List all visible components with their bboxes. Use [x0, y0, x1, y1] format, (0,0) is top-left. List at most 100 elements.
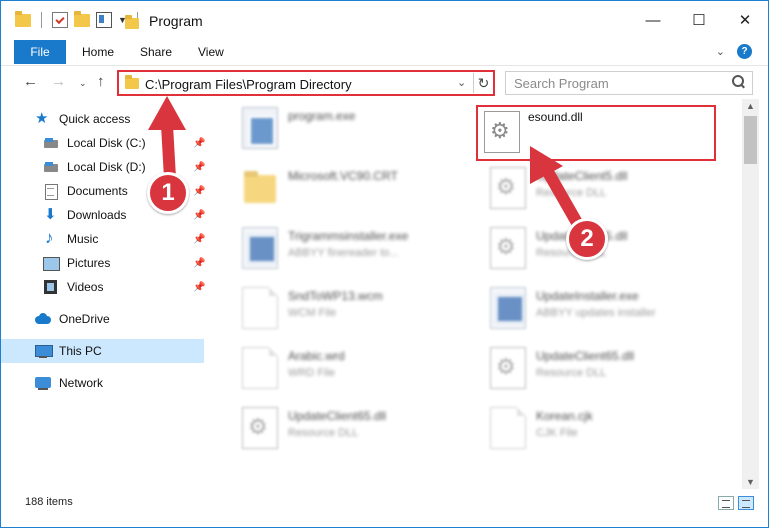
sidebar-item-label: Music: [67, 232, 99, 246]
maximize-button[interactable]: ☐: [676, 1, 722, 39]
back-arrow-icon[interactable]: ←: [23, 73, 38, 90]
pin-icon[interactable]: 📌: [193, 186, 205, 197]
close-button[interactable]: ✕: [722, 1, 768, 39]
navigation-bar: ← → ⌄ ↑ C:\Program Files\Program Directo…: [1, 65, 768, 99]
sidebar-item-this-pc[interactable]: This PC: [1, 339, 204, 363]
file-name: UpdateClient65.dll: [536, 349, 635, 363]
pin-icon[interactable]: 📌: [193, 258, 205, 269]
sidebar-item-label: Local Disk (D:): [67, 160, 146, 174]
music-icon: [43, 228, 59, 248]
sidebar-item-label: Videos: [67, 280, 104, 294]
pin-icon[interactable]: 📌: [193, 138, 205, 149]
sidebar-item-pictures[interactable]: Pictures 📌: [1, 251, 205, 275]
file-item-microsoft-vc90-crt[interactable]: Microsoft.VC90.CRT: [218, 161, 458, 217]
installer-icon: [242, 227, 278, 269]
tab-view[interactable]: View: [198, 45, 224, 59]
expand-ribbon-chevron-icon[interactable]: ⌄: [716, 45, 725, 58]
file-name: UpdateClient5.dll: [536, 169, 628, 183]
pin-icon[interactable]: 📌: [193, 282, 205, 293]
sidebar-item-label: Local Disk (C:): [67, 136, 146, 150]
explorer-window: ▼ Program — ☐ ✕ File Home Share View ⌄ ?…: [0, 0, 769, 528]
new-folder-icon[interactable]: [74, 11, 90, 28]
file-type: WRD File: [288, 367, 336, 379]
minimize-button[interactable]: —: [630, 1, 676, 39]
file-item-trigramms-installer[interactable]: Trigrammsinstaller.exe ABBYY finereader …: [218, 221, 458, 277]
address-path[interactable]: C:\Program Files\Program Directory: [145, 77, 352, 92]
folder-icon[interactable]: [15, 11, 31, 28]
forward-arrow-icon[interactable]: →: [51, 73, 66, 90]
sidebar-item-music[interactable]: Music 📌: [1, 227, 205, 251]
properties-icon[interactable]: [96, 12, 112, 28]
file-item-esound-dll[interactable]: esound.dll: [476, 105, 716, 161]
sidebar-item-label: Network: [59, 376, 104, 390]
file-item-updateclient5-dll[interactable]: UpdateClient5.dll Resource DLL: [466, 161, 706, 217]
file-name: Arabic.wrd: [288, 349, 345, 363]
window-controls: — ☐ ✕: [630, 1, 768, 39]
properties-check-icon[interactable]: [52, 12, 68, 28]
up-arrow-icon[interactable]: ↑: [97, 73, 105, 90]
sidebar-item-local-disk-c[interactable]: Local Disk (C:) 📌: [1, 131, 205, 155]
file-item-updateclient65-dll[interactable]: UpdateClient65.dll Resource DLL: [466, 341, 706, 397]
network-icon: [35, 375, 51, 391]
dll-gear-icon: [490, 167, 526, 209]
pin-icon[interactable]: 📌: [193, 162, 205, 173]
tab-home[interactable]: Home: [82, 45, 114, 59]
file-item-updateclient65-dll-2[interactable]: UpdateClient65.dll Resource DLL: [218, 401, 458, 457]
pin-icon[interactable]: 📌: [193, 234, 205, 245]
folder-icon: [242, 167, 278, 209]
file-item-korean-cjk[interactable]: Korean.cjk CJK File: [466, 401, 706, 457]
search-input[interactable]: Search Program: [514, 76, 609, 91]
step-badge-1: 1: [147, 172, 189, 214]
pictures-icon: [43, 255, 60, 271]
file-name: UpdateClient65.dll: [288, 409, 387, 423]
pin-icon[interactable]: 📌: [193, 210, 205, 221]
sidebar-item-onedrive[interactable]: OneDrive: [1, 307, 204, 331]
sidebar-item-label: Documents: [67, 184, 128, 198]
step-badge-2: 2: [566, 218, 608, 260]
scroll-up-arrow-icon[interactable]: ▲: [746, 101, 755, 111]
sidebar-item-quick-access[interactable]: Quick access: [1, 107, 204, 131]
dll-gear-icon: [490, 347, 526, 389]
file-item-updateinstaller-exe[interactable]: UpdateInstaller.exe ABBYY updates instal…: [466, 281, 706, 337]
sidebar-item-videos[interactable]: Videos 📌: [1, 275, 205, 299]
large-icons-view-icon[interactable]: [738, 496, 754, 510]
item-count: 188 items: [25, 496, 73, 508]
this-pc-icon: [35, 343, 53, 359]
title-bar: ▼ Program — ☐ ✕: [1, 1, 768, 39]
file-name: SndToWP13.wcm: [288, 289, 383, 303]
search-icon[interactable]: [732, 75, 745, 88]
details-view-icon[interactable]: [718, 496, 734, 510]
file-item-sndtowp13[interactable]: SndToWP13.wcm WCM File: [218, 281, 458, 337]
recent-locations-chevron-icon[interactable]: ⌄: [79, 78, 87, 89]
sidebar-item-label: OneDrive: [59, 312, 110, 326]
dll-gear-icon: [484, 111, 520, 153]
ribbon-tabs: File Home Share View ⌄ ?: [1, 39, 768, 65]
file-icon: [490, 407, 526, 449]
sidebar-item-label: Pictures: [67, 256, 111, 270]
sidebar-item-label: Quick access: [59, 112, 131, 126]
window-title: Program: [149, 13, 203, 29]
scroll-down-arrow-icon[interactable]: ▼: [746, 477, 755, 487]
dll-gear-icon: [242, 407, 278, 449]
star-icon: [35, 109, 51, 127]
file-list: program.exe esound.dll Microsoft.VC90.CR…: [208, 99, 742, 489]
scrollbar-thumb[interactable]: [744, 116, 757, 164]
file-item-arabic-wrd[interactable]: Arabic.wrd WRD File: [218, 341, 458, 397]
search-box[interactable]: Search Program: [505, 71, 753, 95]
file-name: program.exe: [288, 109, 356, 123]
status-bar: 188 items: [1, 489, 768, 527]
address-bar[interactable]: C:\Program Files\Program Directory ⌄ ↻: [117, 70, 495, 96]
installer-icon: [490, 287, 526, 329]
sidebar-item-network[interactable]: Network: [1, 371, 204, 395]
vertical-scrollbar[interactable]: ▲ ▼: [742, 99, 759, 489]
file-type: Resource DLL: [536, 367, 607, 379]
file-item-program-exe[interactable]: program.exe: [218, 101, 458, 157]
tab-share[interactable]: Share: [140, 45, 172, 59]
help-icon[interactable]: ?: [737, 44, 752, 59]
disk-icon: [43, 159, 59, 175]
sidebar-item-label: This PC: [59, 344, 102, 358]
file-type: WCM File: [288, 307, 337, 319]
refresh-icon[interactable]: ↻: [473, 73, 493, 93]
address-dropdown-icon[interactable]: ⌄: [457, 76, 466, 89]
tab-file[interactable]: File: [14, 40, 66, 64]
